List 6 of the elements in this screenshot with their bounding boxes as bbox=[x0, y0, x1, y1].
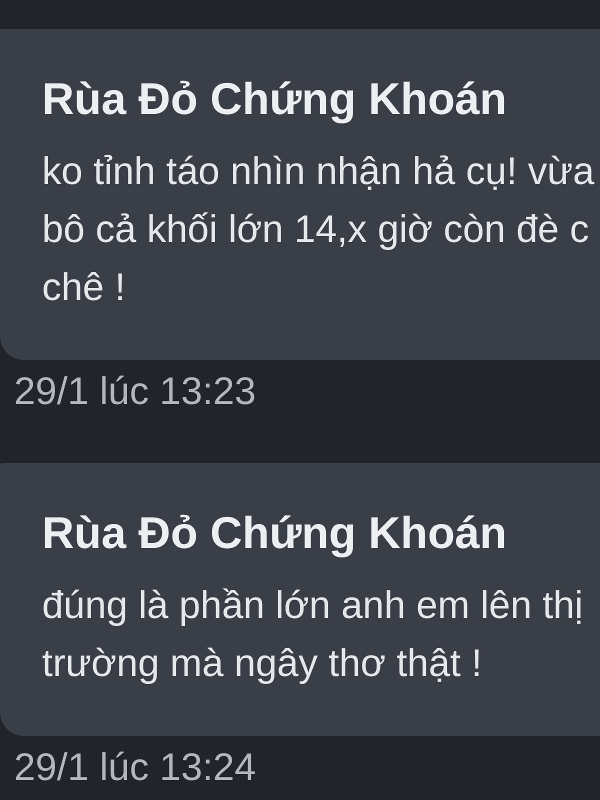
comment-timestamp: 29/1 lúc 13:23 bbox=[14, 370, 256, 414]
author-name[interactable]: Rùa Đỏ Chứng Khoán bbox=[42, 509, 507, 559]
comment-timestamp: 29/1 lúc 13:24 bbox=[14, 746, 256, 790]
comment-text: ko tỉnh táo nhìn nhận hả cụ! vừa bô cả khối lớn 14,x giờ còn đè c chê ! bbox=[42, 149, 594, 311]
comment-text: đúng là phần lớn anh em lên thị trường mà ngây thơ thật ! bbox=[42, 583, 584, 687]
author-name[interactable]: Rùa Đỏ Chứng Khoán bbox=[42, 75, 507, 125]
